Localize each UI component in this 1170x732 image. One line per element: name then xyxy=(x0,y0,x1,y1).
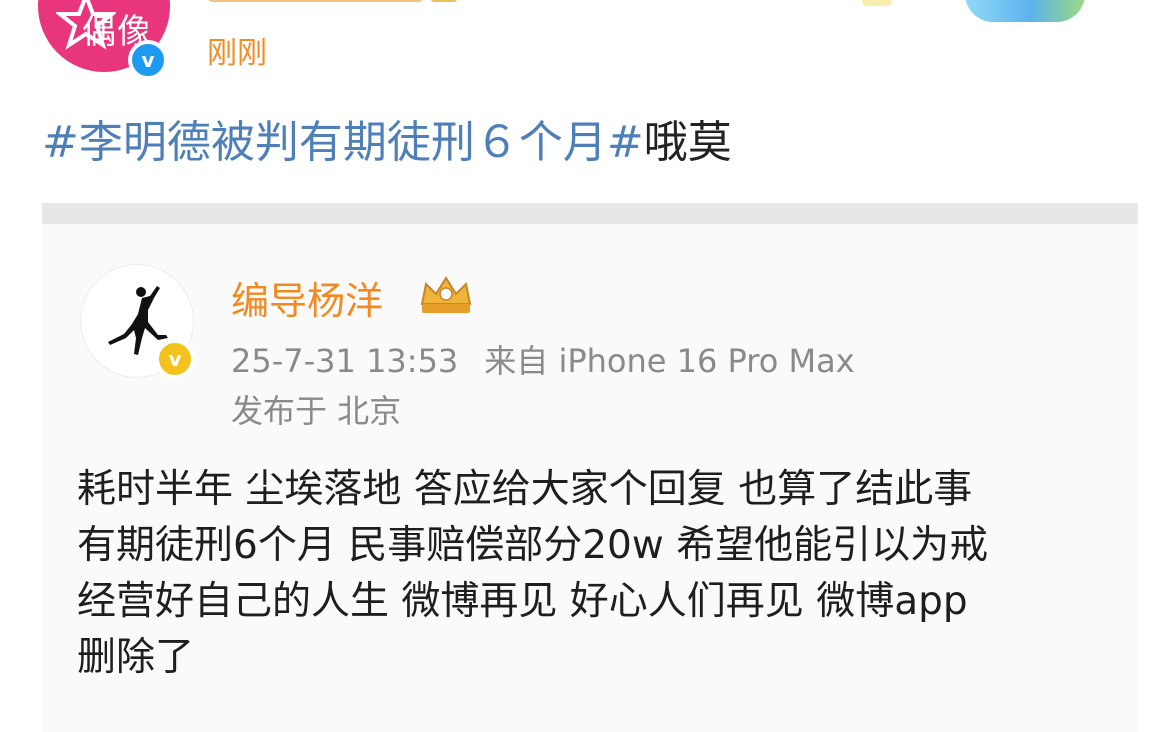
quoted-post-source: 来自 iPhone 16 Pro Max xyxy=(484,342,855,380)
quoted-post-location: 发布于 北京 xyxy=(231,392,402,430)
post-text-suffix: 哦莫 xyxy=(643,117,732,168)
body-line: 经营好自己的人生 微博再见 好心人们再见 微博app xyxy=(77,579,968,624)
image-top-band xyxy=(42,203,1138,224)
body-line: 耗时半年 尘埃落地 答应给大家个回复 也算了结此事 xyxy=(77,467,973,512)
quoted-post-date: 25-7-31 13:53 xyxy=(231,342,459,380)
post-timestamp: 刚刚 xyxy=(207,36,267,71)
body-line: 删除了 xyxy=(77,635,195,680)
verified-icon: v xyxy=(155,339,195,379)
post-text: #李明德被判有期徒刑６个月#哦莫 xyxy=(42,106,732,170)
card-decoration xyxy=(965,0,1085,22)
body-line: 有期徒刑6个月 民事赔偿部分20w 希望他能引以为戒 xyxy=(77,523,989,568)
crown-icon xyxy=(420,276,472,313)
poster-name-cropped[interactable] xyxy=(208,0,478,4)
decoration xyxy=(862,0,892,6)
topic-link[interactable]: #李明德被判有期徒刑６个月# xyxy=(42,117,644,168)
quoted-author-name: 编导杨洋 xyxy=(231,279,384,323)
quoted-post-meta: 25-7-31 13:53 来自 iPhone 16 Pro Max xyxy=(231,336,855,382)
verified-icon: v xyxy=(128,40,168,80)
quoted-post-body: 耗时半年 尘埃落地 答应给大家个回复 也算了结此事 有期徒刑6个月 民事赔偿部分… xyxy=(77,462,1117,686)
